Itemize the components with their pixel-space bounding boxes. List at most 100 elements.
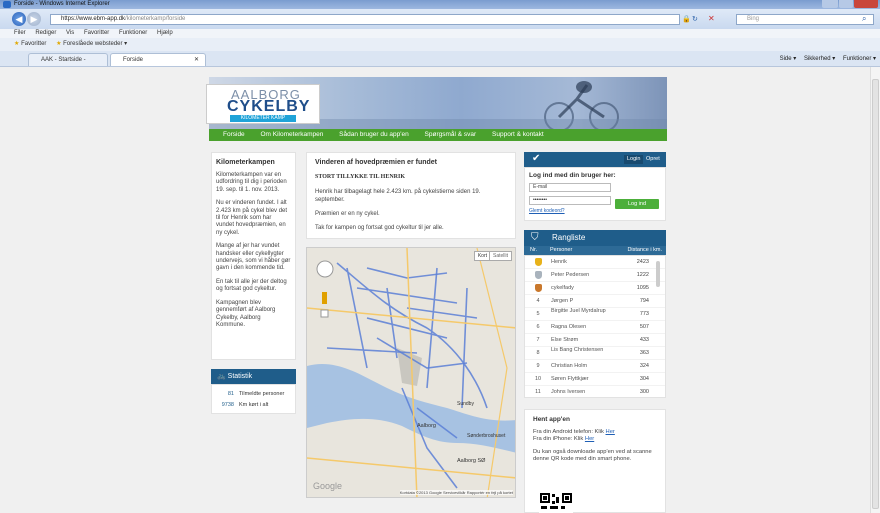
map-footer: Kortdata ©2013 Google Servicevilkår Rapp…: [399, 490, 513, 495]
scrollbar-thumb[interactable]: [872, 79, 879, 509]
login-header: ✔ Login Opret: [524, 152, 666, 167]
nav-saadan[interactable]: Sådan bruger du app'en: [339, 131, 409, 138]
search-icon[interactable]: ⌕: [862, 14, 866, 24]
ranking-columns: Nr. Personer Distance i km.: [524, 246, 666, 255]
cmd-side[interactable]: Side ▾: [780, 56, 797, 62]
logo-tag: KILOMETER KAMP: [230, 115, 296, 122]
route-map[interactable]: Kort Satellit Aalborg Aalborg SØ Sønderb…: [306, 247, 516, 498]
add-favorite-icon[interactable]: ★: [56, 41, 61, 47]
col-distance: Distance i km.: [627, 247, 662, 253]
password-field[interactable]: ••••••••: [529, 196, 611, 205]
intro-p3: Mange af jer har vundet handsker eller c…: [216, 243, 291, 272]
rank-number: 7: [536, 337, 540, 343]
cmd-funktioner[interactable]: Funktioner ▾: [843, 56, 876, 62]
search-placeholder: Bing: [747, 16, 760, 22]
rank-number: 11: [535, 389, 541, 395]
menu-filer[interactable]: Filer: [14, 30, 26, 36]
cmd-sikkerhed[interactable]: Sikkerhed ▾: [804, 56, 835, 62]
star-icon: ★: [14, 41, 20, 47]
nav-om[interactable]: Om Kilometerkampen: [261, 131, 324, 138]
ranking-distance: 1095: [636, 285, 649, 291]
iphone-link[interactable]: Her: [585, 436, 594, 442]
ranking-name: Jørgen P: [551, 298, 574, 304]
rank-number: 10: [534, 376, 542, 382]
stat-label: Tilmeldte personer: [239, 391, 285, 397]
tab-forside[interactable]: Forside ✕: [110, 53, 206, 66]
email-field[interactable]: E-mail: [529, 183, 611, 192]
intro-p1: Kilometerkampen var en udfordring til di…: [216, 172, 287, 193]
back-button[interactable]: ◀: [12, 12, 26, 26]
stat-row: 9738 Km kørt i alt: [216, 402, 291, 408]
qr-text: Du kan også downloade app'en ved at scan…: [533, 449, 652, 462]
menu-bar: Filer Rediger Vis Favoritter Funktioner …: [0, 29, 880, 38]
map-label-aalborg-so: Aalborg SØ: [457, 458, 486, 464]
article-p1: Henrik har tilbagelagt hele 2.423 km. på…: [315, 189, 481, 203]
close-tab-icon[interactable]: ✕: [194, 54, 199, 66]
stat-label: Km kørt i alt: [239, 402, 269, 408]
menu-rediger[interactable]: Rediger: [35, 30, 56, 36]
ranking-name: cykelfady: [551, 285, 574, 291]
ranking-distance: 1222: [636, 272, 649, 278]
nav-support[interactable]: Support & kontakt: [492, 131, 544, 138]
android-link[interactable]: Her: [606, 429, 615, 435]
intro-panel: Kilometerkampen Kilometerkampen var en u…: [211, 152, 296, 360]
ranking-distance: 794: [639, 298, 649, 304]
article-title: Vinderen af hovedpræmien er fundet: [315, 159, 438, 166]
ranking-header: ⛉ Rangliste: [524, 230, 666, 246]
intro-p4: En tak til alle jer der deltog og fortsa…: [216, 278, 287, 293]
stats-panel: 81 Tilmeldte personer 9738 Km kørt i alt: [211, 384, 296, 414]
ranking-list: Henrik 2423 Peter Pedersen 1222 cykelfady 109…: [524, 255, 666, 398]
android-text: Fra din Android telefon: Klik: [533, 429, 604, 435]
search-input[interactable]: Bing: [736, 14, 874, 25]
ranking-distance: 507: [639, 324, 649, 330]
app-title: Hent app'en: [533, 416, 570, 423]
ranking-distance: 433: [639, 337, 649, 343]
menu-vis[interactable]: Vis: [66, 30, 74, 36]
app-links: Fra din Android telefon: Klik Her Fra di…: [533, 429, 657, 443]
stat-value: 81: [227, 391, 234, 397]
nav-forside[interactable]: Forside: [223, 131, 245, 138]
menu-favoritter[interactable]: Favoritter: [84, 30, 109, 36]
menu-funktioner[interactable]: Funktioner: [119, 30, 147, 36]
stop-icon[interactable]: ✕: [708, 14, 715, 23]
ranking-name: Peter Pedersen: [551, 272, 590, 278]
suggested-sites[interactable]: Foreslåede websteder ▾: [63, 41, 127, 47]
favorites-button[interactable]: Favoritter: [21, 41, 46, 47]
ranking-scrollbar[interactable]: [656, 261, 660, 287]
medal-icon: [533, 269, 543, 282]
create-tab[interactable]: Opret: [646, 155, 660, 164]
google-logo: Google: [313, 481, 343, 491]
window-titlebar: Forside - Windows Internet Explorer: [0, 0, 880, 9]
ranking-distance: 304: [639, 376, 649, 382]
close-button[interactable]: [854, 0, 878, 8]
ranking-distance: 324: [639, 363, 649, 369]
address-bar[interactable]: https://www.ebm-app.dk/kilometerkamp/for…: [50, 14, 680, 25]
bike-icon: 🚲: [217, 373, 226, 380]
nav-faq[interactable]: Spørgsmål & svar: [425, 131, 477, 138]
login-button[interactable]: Log ind: [615, 199, 659, 209]
maximize-button[interactable]: [839, 0, 853, 8]
ranking-distance: 2423: [636, 259, 649, 265]
satellite-type-button[interactable]: Satellit: [488, 251, 512, 261]
page-scrollbar[interactable]: [870, 67, 880, 513]
refresh-icon[interactable]: ↻: [692, 15, 698, 23]
menu-hjaelp[interactable]: Hjælp: [157, 30, 173, 36]
login-title: Log ind med din bruger her:: [529, 172, 616, 179]
ranking-name: Lis Bang Christensen: [551, 347, 604, 353]
forward-button[interactable]: ▶: [27, 12, 41, 26]
ranking-name: Christian Holm: [551, 363, 588, 369]
tab-aak[interactable]: AAK - Startside - Aalborg ...: [28, 53, 108, 75]
ranking-title: Rangliste: [552, 233, 586, 242]
ranking-name: Ragna Olesen: [551, 324, 587, 330]
tab-bar: AAK - Startside - Aalborg ... Forside ✕ S…: [0, 51, 880, 75]
aalborg-cykelby-logo[interactable]: AALBORG CYKELBY KILOMETER KAMP: [206, 84, 320, 124]
rank-number: 8: [536, 350, 540, 356]
ranking-row: 9 Christian Holm 324: [525, 360, 665, 373]
login-tab[interactable]: Login: [624, 155, 644, 164]
article-p3: Tak for kampen og fortsat god cykeltur t…: [315, 225, 444, 231]
col-person: Personer: [550, 247, 573, 253]
minimize-button[interactable]: [822, 0, 838, 8]
qr-code[interactable]: [539, 492, 573, 513]
lock-icon[interactable]: 🔒: [682, 15, 691, 23]
map-label-sundby: Sundby: [457, 401, 474, 407]
